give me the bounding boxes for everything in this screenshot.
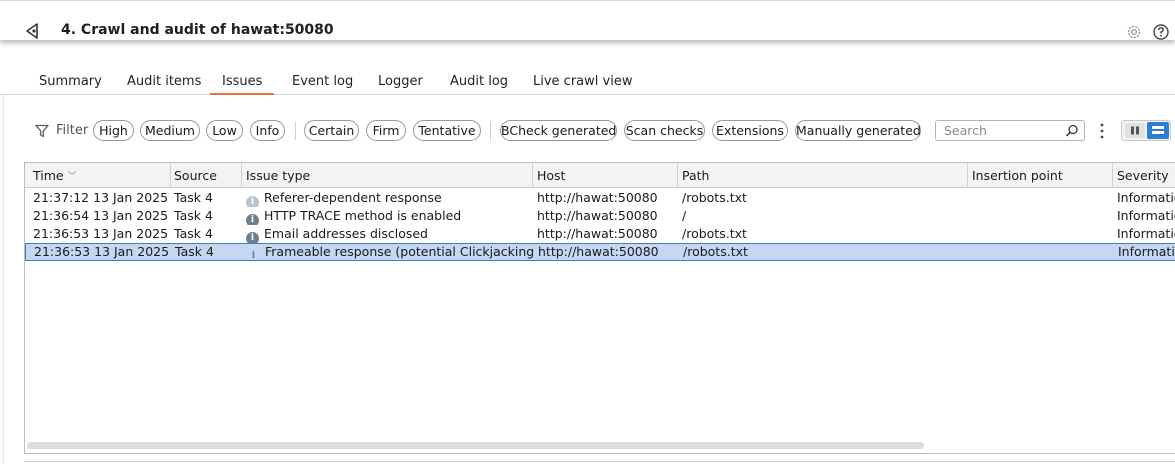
table-row-selected[interactable]: 21:36:53 13 Jan 2025 Task 4 i Frameable r…	[25, 243, 1175, 261]
table-header: Time ﹀ Source Issue type Host Path Insert…	[25, 163, 1175, 188]
filter-label[interactable]: Filter	[56, 123, 88, 138]
back-arrow-icon[interactable]	[22, 21, 42, 41]
cell-issue-type: i HTTP TRACE method is enabled	[241, 207, 532, 225]
cell-issue-type: i Email addresses disclosed	[241, 225, 532, 243]
cell-host: http://hawat:50080	[537, 208, 658, 223]
split-view-button[interactable]	[1125, 123, 1145, 138]
page-title: 4. Crawl and audit of hawat:50080	[61, 22, 334, 38]
cell-path: /robots.txt	[682, 190, 747, 205]
cell-path: /	[682, 208, 687, 223]
columns-icon	[1131, 126, 1139, 135]
info-icon: i	[251, 251, 256, 261]
tab-summary[interactable]: Summary	[27, 74, 114, 95]
info-icon: i	[246, 214, 259, 225]
tab-event-log[interactable]: Event log	[280, 74, 365, 95]
cell-source: Task 4	[174, 226, 213, 241]
help-icon[interactable]	[1152, 23, 1170, 41]
cell-host: http://hawat:50080	[537, 226, 658, 241]
cell-issue-type: i Frameable response (potential Clickjack…	[242, 243, 533, 261]
filter-high[interactable]: High	[93, 120, 134, 141]
table-row[interactable]: 21:37:12 13 Jan 2025 Task 4 i Referer-dep…	[25, 189, 1175, 207]
cell-host: http://hawat:50080	[537, 190, 658, 205]
cell-severity: Information	[1117, 190, 1175, 205]
cell-source: Task 4	[174, 190, 213, 205]
filter-info[interactable]: Info	[250, 120, 285, 141]
gear-icon[interactable]	[1125, 23, 1143, 41]
filter-manually-generated[interactable]: Manually generated	[795, 120, 921, 141]
column-header-insertion-point[interactable]: Insertion point	[967, 163, 1113, 188]
title-bar: 4. Crawl and audit of hawat:50080	[0, 0, 1175, 40]
list-view-button[interactable]	[1147, 122, 1169, 139]
issues-table: Time ﹀ Source Issue type Host Path Insert…	[24, 162, 1175, 454]
tab-bar: Summary Audit items Issues Event log Log…	[0, 74, 1175, 95]
cell-host: http://hawat:50080	[538, 244, 659, 259]
column-header-host[interactable]: Host	[532, 163, 678, 188]
cell-source: Task 4	[175, 244, 214, 259]
filter-icon[interactable]	[35, 124, 49, 138]
filter-low[interactable]: Low	[206, 120, 243, 141]
table-row[interactable]: 21:36:53 13 Jan 2025 Task 4 i Email addre…	[25, 225, 1175, 243]
sort-descending-icon: ﹀	[67, 172, 77, 182]
more-options-icon[interactable]	[1096, 121, 1108, 141]
cell-time: 21:36:53 13 Jan 2025	[34, 244, 170, 259]
filter-bcheck-generated[interactable]: BCheck generated	[500, 120, 617, 141]
info-icon: i	[246, 196, 259, 207]
horizontal-scrollbar[interactable]	[27, 442, 924, 449]
cell-time: 21:36:53 13 Jan 2025	[33, 226, 169, 241]
cell-insertion-point	[967, 207, 1112, 225]
cell-severity: Information	[1118, 244, 1175, 259]
cell-source: Task 4	[174, 208, 213, 223]
rows-icon	[1152, 126, 1164, 134]
filter-bar: Filter High Medium Low Info Certain Firm…	[0, 118, 1175, 144]
filter-scan-checks[interactable]: Scan checks	[624, 120, 705, 141]
filter-firm[interactable]: Firm	[366, 120, 406, 141]
filter-extensions[interactable]: Extensions	[712, 120, 788, 141]
cell-severity: Information	[1117, 226, 1175, 241]
info-icon: i	[246, 232, 259, 243]
tab-live-crawl-view[interactable]: Live crawl view	[521, 74, 644, 95]
divider	[490, 122, 491, 140]
divider	[295, 122, 296, 140]
tab-audit-log[interactable]: Audit log	[438, 74, 520, 95]
cell-severity: Information	[1117, 208, 1175, 223]
search-input[interactable]	[936, 121, 1060, 140]
filter-tentative[interactable]: Tentative	[413, 120, 481, 141]
column-header-issue-type[interactable]: Issue type	[241, 163, 533, 188]
search-icon[interactable]	[1065, 124, 1079, 138]
search-box	[935, 120, 1085, 141]
cell-issue-type: i Referer-dependent response	[241, 189, 532, 207]
table-row[interactable]: 21:36:54 13 Jan 2025 Task 4 i HTTP TRACE …	[25, 207, 1175, 225]
cell-time: 21:36:54 13 Jan 2025	[33, 208, 169, 223]
panel-left-border	[3, 95, 4, 464]
cell-path: /robots.txt	[683, 244, 748, 259]
column-header-source[interactable]: Source	[169, 163, 242, 188]
column-header-path[interactable]: Path	[677, 163, 968, 188]
view-toggle	[1121, 120, 1171, 141]
cell-insertion-point	[968, 243, 1113, 261]
tab-logger[interactable]: Logger	[366, 74, 435, 95]
column-header-time[interactable]: Time ﹀	[28, 163, 171, 188]
cell-time: 21:37:12 13 Jan 2025	[33, 190, 169, 205]
filter-medium[interactable]: Medium	[140, 120, 200, 141]
cell-path: /robots.txt	[682, 226, 747, 241]
tab-issues[interactable]: Issues	[210, 74, 275, 95]
filter-certain[interactable]: Certain	[304, 120, 359, 141]
column-header-severity[interactable]: Severity	[1112, 163, 1175, 188]
cell-insertion-point	[967, 189, 1112, 207]
panel-bottom-border	[24, 461, 1175, 462]
cell-insertion-point	[967, 225, 1112, 243]
tab-audit-items[interactable]: Audit items	[115, 74, 213, 95]
